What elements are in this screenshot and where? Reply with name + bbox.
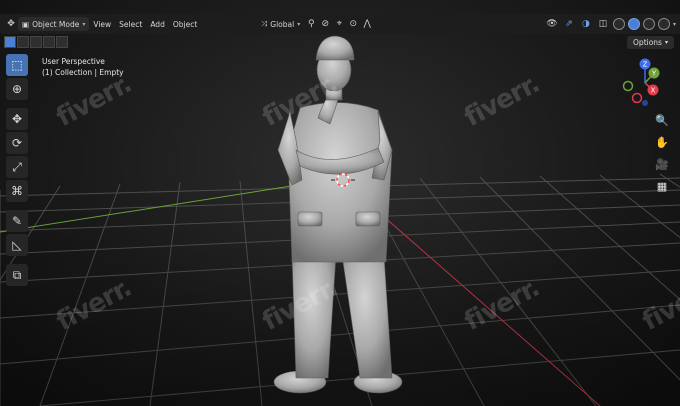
annotate-tool-icon[interactable]: ✎ xyxy=(6,210,28,232)
gizmo-neg-x[interactable] xyxy=(631,92,643,104)
select-invert-icon[interactable] xyxy=(43,36,55,48)
chevron-down-icon: ▾ xyxy=(297,20,301,28)
gizmo-x-label: X xyxy=(651,87,656,95)
header-right-controls: 👁 ⇗ ◑ ◫ ▾ xyxy=(545,17,676,31)
camera-view-icon[interactable]: 🎥 xyxy=(654,156,670,172)
measure-tool-icon[interactable]: ◺ xyxy=(6,234,28,256)
navigation-gizmo[interactable]: Z Y X xyxy=(618,58,672,106)
move-tool-icon[interactable]: ✥ xyxy=(6,108,28,130)
select-new-icon[interactable] xyxy=(4,36,16,48)
selection-mode-group xyxy=(4,36,68,48)
object-mode-icon: ▣ xyxy=(22,19,30,29)
mode-selector[interactable]: ▣ Object Mode ▾ xyxy=(18,17,90,31)
toolbar-separator xyxy=(6,258,30,262)
mode-label: Object Mode xyxy=(32,19,80,29)
tool-shelf: ⬚ ⊕ ✥ ⟳ ⤢ ⌘ ✎ ◺ ⧉ xyxy=(6,54,30,286)
gizmo-y-label: Y xyxy=(651,70,657,78)
transform-orientation-dropdown[interactable]: ⤨ Global ▾ xyxy=(257,17,304,31)
gizmo-z-label: Z xyxy=(643,61,648,69)
chevron-down-icon: ▾ xyxy=(664,39,668,46)
scale-tool-icon[interactable]: ⤢ xyxy=(6,156,28,178)
gizmo-neg-y[interactable] xyxy=(622,80,634,92)
snap-icon[interactable]: ⊘ xyxy=(318,17,332,31)
viewport-header: ✥ ▣ Object Mode ▾ View Select Add Object… xyxy=(0,14,680,34)
gizmo-toggle-icon[interactable]: ⇗ xyxy=(562,17,576,31)
orientation-icon: ⤨ xyxy=(261,19,268,28)
wireframe-shading-icon[interactable] xyxy=(612,18,625,30)
transform-tool-icon[interactable]: ⌘ xyxy=(6,180,28,202)
select-box-tool-icon[interactable]: ⬚ xyxy=(6,54,28,76)
select-extend-icon[interactable] xyxy=(17,36,29,48)
blender-window: fiverr. fiverr. fiverr. fiverr. fiverr. … xyxy=(0,0,680,406)
add-cube-tool-icon[interactable]: ⧉ xyxy=(6,264,28,286)
menu-view[interactable]: View xyxy=(89,17,115,31)
select-subtract-icon[interactable] xyxy=(30,36,42,48)
options-label: Options xyxy=(633,38,662,47)
select-intersect-icon[interactable] xyxy=(56,36,68,48)
orientation-label: Global xyxy=(270,19,295,29)
snap-target-icon[interactable]: ⌖ xyxy=(332,17,346,31)
viewport-info: User Perspective (1) Collection | Empty xyxy=(42,56,124,78)
toolbar-separator xyxy=(6,102,30,106)
toolbar-separator xyxy=(6,204,30,208)
navigation-buttons: 🔍 ✋ 🎥 ▦ xyxy=(654,112,670,194)
xray-icon[interactable]: ◫ xyxy=(596,17,610,31)
pivot-point-icon[interactable]: ⚲ xyxy=(304,17,318,31)
zoom-icon[interactable]: 🔍 xyxy=(654,112,670,128)
visibility-icon[interactable]: 👁 xyxy=(545,17,559,31)
gizmo-neg-z[interactable] xyxy=(642,100,648,106)
view-name: User Perspective xyxy=(42,57,105,66)
menu-add[interactable]: Add xyxy=(146,17,169,31)
falloff-icon[interactable]: ⋀ xyxy=(360,17,374,31)
overlays-icon[interactable]: ◑ xyxy=(579,17,593,31)
collection-info: (1) Collection | Empty xyxy=(42,68,124,77)
rotate-tool-icon[interactable]: ⟳ xyxy=(6,132,28,154)
proportional-editing-icon[interactable]: ⊙ xyxy=(346,17,360,31)
chevron-down-icon[interactable]: ▾ xyxy=(673,21,676,28)
cursor-tool-icon[interactable]: ⊕ xyxy=(6,78,28,100)
rendered-shading-icon[interactable] xyxy=(657,18,670,30)
pan-hand-icon[interactable]: ✋ xyxy=(654,134,670,150)
editor-type-icon[interactable]: ✥ xyxy=(4,17,18,31)
menu-object[interactable]: Object xyxy=(169,17,201,31)
menu-select[interactable]: Select xyxy=(115,17,146,31)
options-button[interactable]: Options ▾ xyxy=(627,36,674,49)
perspective-toggle-icon[interactable]: ▦ xyxy=(654,178,670,194)
chevron-down-icon: ▾ xyxy=(82,20,86,28)
solid-shading-icon[interactable] xyxy=(627,18,640,30)
material-shading-icon[interactable] xyxy=(642,18,655,30)
